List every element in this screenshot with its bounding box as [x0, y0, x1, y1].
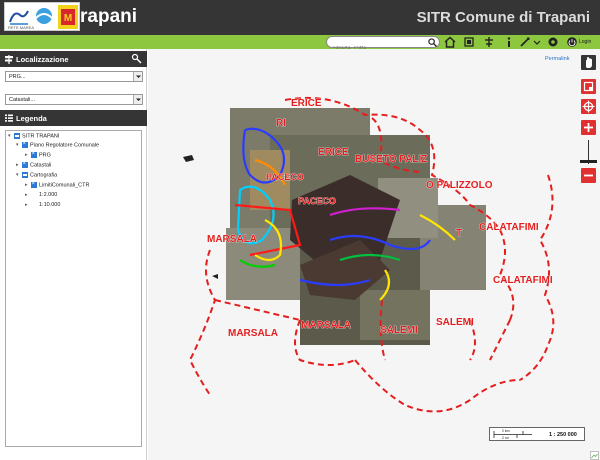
localization-title: Localizzazione: [16, 55, 69, 64]
map-label: PACECO: [266, 172, 304, 182]
islands: [183, 155, 218, 279]
logo: M RETE MAREA: [4, 2, 80, 31]
location-tool-icon[interactable]: [131, 53, 143, 65]
tree-node-piano[interactable]: ▾Piano Regolatore Comunale: [16, 140, 100, 151]
tree-node-10000[interactable]: ▸ 1:10.000: [25, 202, 60, 211]
scale-ratio: 1 : 250 000: [549, 432, 577, 438]
orthophoto-tiles: [226, 108, 486, 345]
locate-icon: [582, 100, 595, 113]
tree-label: PRG: [39, 152, 51, 159]
settings-icon[interactable]: [547, 36, 559, 48]
map-label: ERICE: [318, 147, 349, 158]
permalink-link[interactable]: Permalink: [545, 56, 569, 62]
login-icon[interactable]: [566, 36, 578, 48]
legend-tree: ▾SITR TRAPANI ▾Piano Regolatore Comunale…: [5, 130, 142, 447]
app-name: rapani: [80, 6, 138, 27]
map-svg: ERICE ERICE BUSETO PALIZ O PALIZZOLO PAC…: [183, 96, 555, 413]
sidebar: Localizzazione PRG... Catastali... Legen…: [0, 49, 147, 460]
scale-mi: 2 mi: [502, 436, 509, 440]
chevron-down-icon: [133, 95, 142, 104]
home-icon[interactable]: [444, 36, 456, 48]
map-label: CALATAFIMI: [479, 222, 539, 233]
checkbox-partial-icon[interactable]: [22, 172, 28, 178]
expand-icon[interactable]: ▸: [25, 192, 31, 198]
info-icon[interactable]: [503, 36, 515, 48]
map-label: SALEMI: [380, 325, 418, 336]
login-label[interactable]: Login: [579, 39, 591, 45]
svg-text:M: M: [64, 13, 72, 24]
chevron-down-icon[interactable]: [531, 36, 543, 48]
logo-caption: RETE MAREA: [8, 25, 35, 30]
broken-image-icon: [590, 451, 599, 460]
prg-select[interactable]: PRG...: [5, 71, 143, 82]
pan-icon: [586, 57, 592, 68]
page-title: SITR Comune di Trapani: [416, 9, 590, 26]
layers-icon[interactable]: [463, 36, 475, 48]
map-label: CALATAFIMI: [493, 275, 553, 286]
tree-node-2000[interactable]: ▸ 1:2.000: [25, 192, 57, 201]
localization-header[interactable]: Localizzazione: [0, 51, 147, 67]
map-canvas[interactable]: ERICE ERICE BUSETO PALIZ O PALIZZOLO PAC…: [148, 49, 600, 460]
catastali-select[interactable]: Catastali...: [5, 94, 143, 105]
checkbox-partial-icon[interactable]: [14, 133, 20, 139]
zoom-box-icon: [583, 81, 594, 92]
map-label: MARSALA: [207, 234, 257, 245]
app-root: M RETE MAREA rapani SITR Comune di Trapa…: [0, 0, 600, 460]
checkbox-checked-icon[interactable]: [22, 140, 28, 149]
tree-label: Piano Regolatore Comunale: [30, 142, 100, 149]
header: M RETE MAREA rapani SITR Comune di Trapa…: [0, 0, 600, 35]
scale-line-icon: [493, 431, 532, 438]
zoom-box-button[interactable]: [581, 79, 596, 94]
locate-button[interactable]: [581, 99, 596, 114]
map-label: BUSETO PALIZ: [355, 154, 427, 165]
prg-select-value: PRG...: [9, 74, 26, 80]
tree-label: 1:2.000: [39, 192, 58, 198]
map-label: RI: [276, 118, 286, 129]
map-label: T: [456, 228, 462, 239]
checkbox-checked-icon[interactable]: [31, 150, 37, 159]
zoom-in-button[interactable]: [581, 120, 596, 135]
map-label: SALEMI: [436, 317, 474, 328]
logo-rete-marea: [9, 10, 29, 25]
search-box: [326, 36, 440, 54]
tree-node-catastali[interactable]: ▸Catastali: [16, 160, 52, 171]
map-label: PACECO: [298, 196, 336, 206]
chevron-down-icon: [133, 72, 142, 81]
scale-km: 2 km: [502, 429, 510, 433]
catastali-select-value: Catastali...: [9, 97, 35, 103]
tree-node-limiti[interactable]: ▸LimitiComunali_CTR: [25, 180, 90, 191]
map-label: MARSALA: [301, 320, 351, 331]
zoom-out-button[interactable]: [581, 168, 596, 183]
map-label: ERICE: [291, 98, 322, 109]
tree-label: Catastali: [30, 162, 52, 169]
map-label: O PALIZZOLO: [426, 180, 493, 191]
legend-header[interactable]: Legenda: [0, 110, 147, 126]
pan-button[interactable]: [581, 55, 596, 70]
zoom-out-icon: [584, 174, 593, 177]
logo-wave: [35, 8, 53, 24]
draw-icon[interactable]: [519, 36, 531, 48]
scale-bar: 2 km 2 mi 1 : 250 000: [489, 427, 585, 441]
legend-title: Legenda: [16, 114, 47, 123]
list-icon: [5, 114, 13, 122]
logo-region-crest: M: [58, 5, 78, 29]
checkbox-checked-icon[interactable]: [31, 180, 37, 189]
tree-node-prg[interactable]: ▸PRG: [25, 150, 51, 161]
tree-label: 1:10.000: [39, 202, 61, 208]
expand-icon[interactable]: ▸: [25, 202, 31, 208]
checkbox-checked-icon[interactable]: [22, 160, 28, 169]
tree-label: SITR TRAPANI: [22, 133, 60, 140]
tree-label: Cartografia: [30, 172, 58, 179]
tree-node-sitr[interactable]: ▾ SITR TRAPANI: [8, 133, 59, 142]
signpost-icon: [5, 55, 13, 64]
search-icon[interactable]: [428, 38, 437, 47]
map-label: MARSALA: [228, 328, 278, 339]
zoom-in-icon: [584, 123, 593, 132]
tools-icon[interactable]: [483, 36, 495, 48]
zoom-slider-handle[interactable]: [580, 160, 597, 163]
tree-label: LimitiComunali_CTR: [39, 182, 90, 189]
tree-node-cartografia[interactable]: ▾ Cartografia: [16, 172, 57, 181]
